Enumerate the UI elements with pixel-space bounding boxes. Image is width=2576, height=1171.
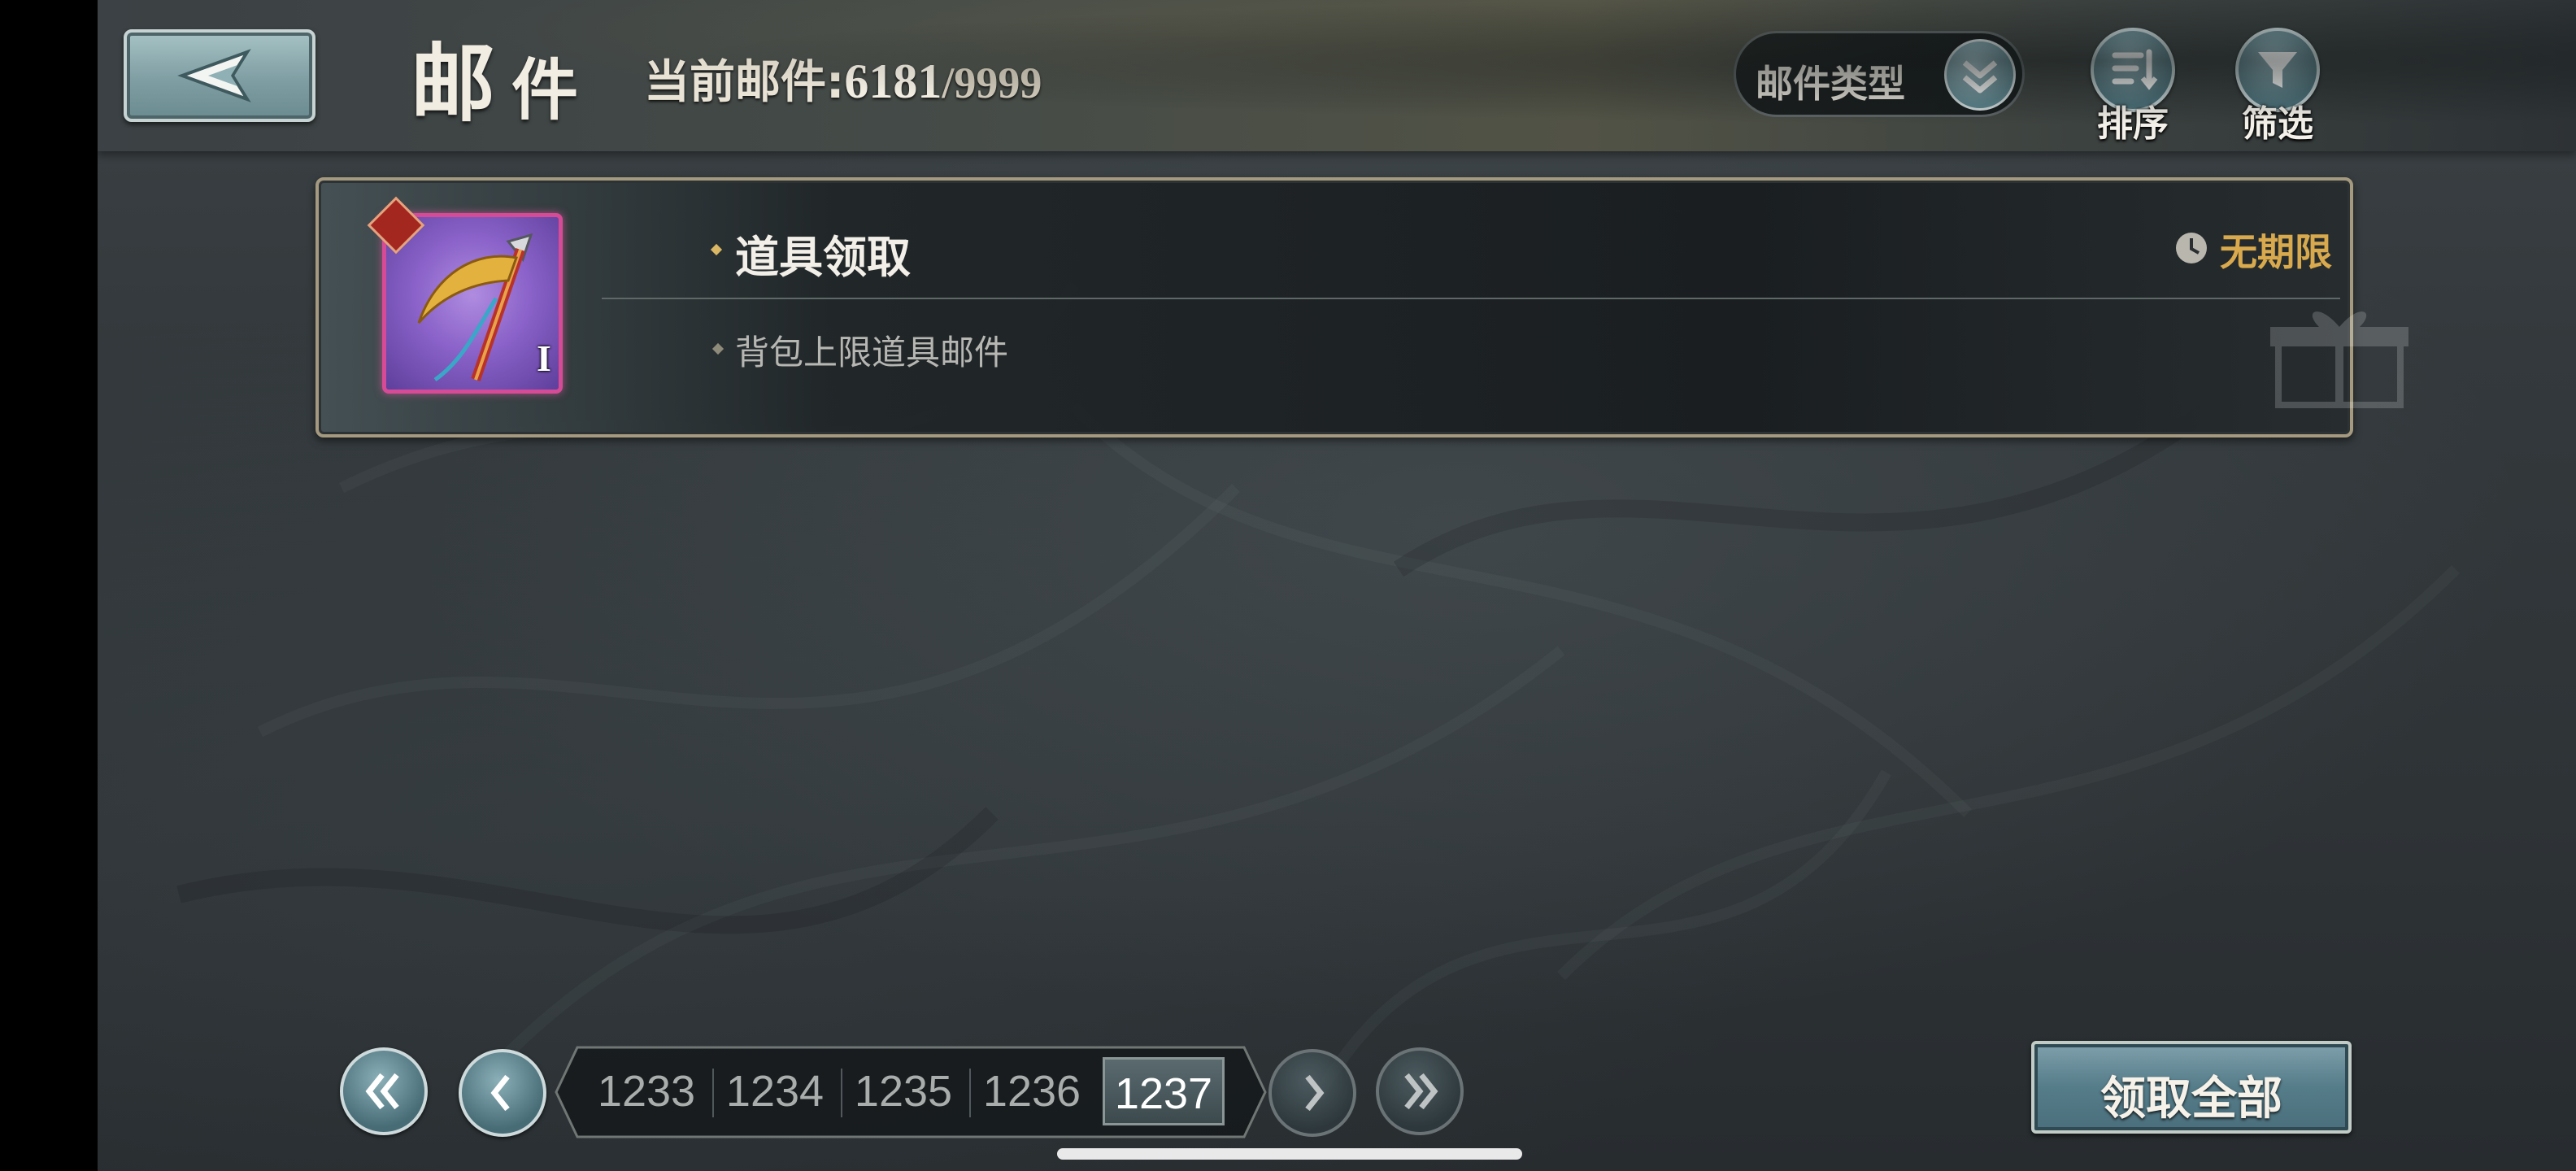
page-1236[interactable]: 1236: [971, 1057, 1093, 1125]
first-page-button[interactable]: [340, 1047, 428, 1135]
filter-funnel-icon: [2235, 28, 2320, 112]
mail-count-label: 当前邮件:: [644, 56, 845, 109]
mail-type-dropdown[interactable]: 邮件类型: [1734, 31, 2025, 117]
page-1233[interactable]: 1233: [585, 1057, 707, 1125]
page-title: 邮件: [411, 38, 595, 132]
sort-button[interactable]: 排序: [2083, 28, 2182, 144]
page-1235[interactable]: 1235: [842, 1057, 964, 1125]
item-level: I: [537, 337, 551, 379]
mail-screen: 邮件 当前邮件:6181/9999 邮件类型 排序 筛选 I 道具领取 无期限 …: [98, 0, 2576, 1171]
page-current[interactable]: 1237: [1103, 1057, 1225, 1125]
expiry-label: 无期限: [2220, 231, 2332, 273]
next-page-button[interactable]: [1268, 1049, 1356, 1137]
card-divider: [602, 298, 2340, 299]
prev-page-button[interactable]: [459, 1049, 546, 1137]
sort-icon: [2091, 28, 2175, 112]
title-bullet: [710, 243, 723, 256]
back-arrow-icon: [177, 49, 251, 102]
chevron-left-icon: [490, 1074, 510, 1112]
scythe-icon: [417, 233, 533, 382]
double-chevron-right-icon: [1404, 1073, 1438, 1110]
claim-all-button[interactable]: 领取全部: [2031, 1041, 2352, 1134]
top-bar: 邮件 当前邮件:6181/9999 邮件类型 排序 筛选: [98, 0, 2576, 151]
page-number-strip: 1233 1234 1235 1236 1237: [553, 1039, 1268, 1145]
chevron-right-icon: [1305, 1074, 1325, 1112]
mail-count-current: 6181: [844, 54, 942, 108]
chevron-double-down-icon: [1944, 39, 2016, 111]
mail-title: 道具领取: [735, 233, 911, 282]
left-black-bar: [0, 0, 98, 1171]
filter-label: 筛选: [2242, 104, 2313, 144]
sort-label: 排序: [2097, 104, 2169, 144]
mail-count-max: /9999: [942, 59, 1042, 107]
clock-icon: [2176, 233, 2207, 263]
home-indicator[interactable]: [1057, 1148, 1522, 1160]
page-1234[interactable]: 1234: [714, 1057, 836, 1125]
gift-icon: [2270, 311, 2408, 408]
last-page-button[interactable]: [1376, 1047, 1464, 1135]
claim-all-label: 领取全部: [2100, 1074, 2282, 1125]
mail-count: 当前邮件:6181/9999: [644, 46, 1042, 111]
background-brush-texture: [176, 281, 2460, 1101]
mail-type-label: 邮件类型: [1756, 63, 1905, 105]
back-button[interactable]: [124, 29, 315, 122]
mail-list-item[interactable]: I 道具领取 无期限 背包上限道具邮件: [315, 177, 2408, 437]
filter-button[interactable]: 筛选: [2228, 28, 2327, 144]
subtitle-bullet: [711, 342, 724, 355]
mail-subtitle: 背包上限道具邮件: [735, 333, 1009, 372]
double-chevron-left-icon: [365, 1073, 399, 1110]
